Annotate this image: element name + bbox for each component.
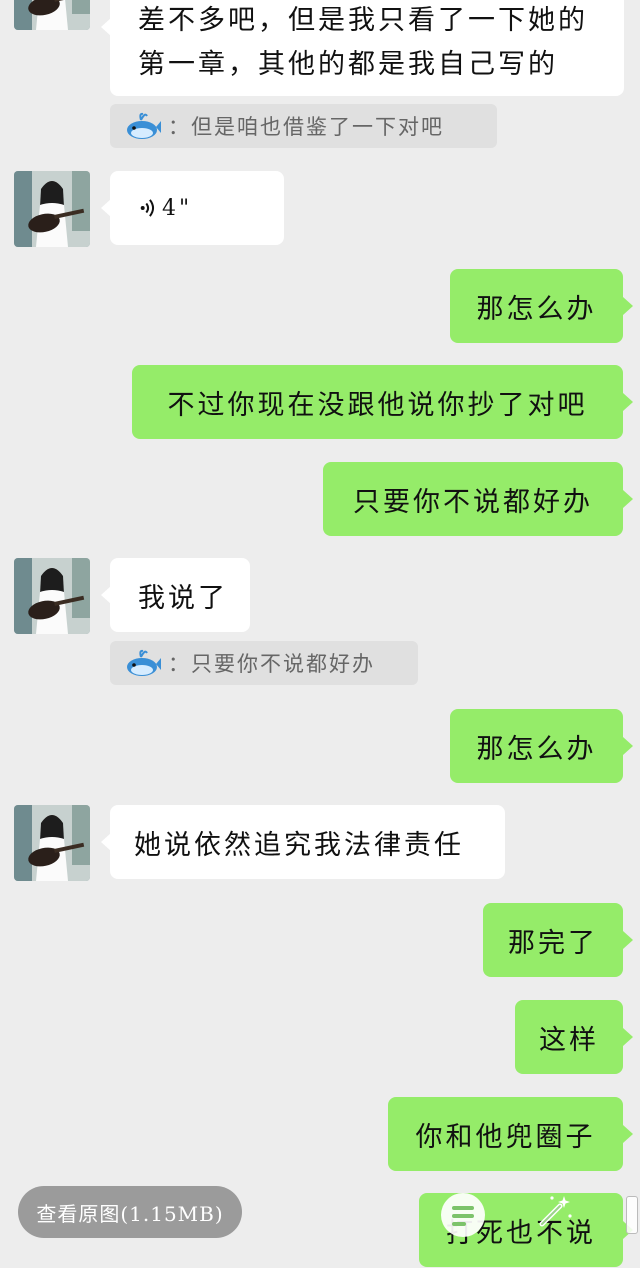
contact-avatar[interactable]: [14, 558, 90, 634]
voice-duration: 4": [162, 195, 193, 221]
message-text: 那完了: [508, 927, 598, 959]
contact-avatar[interactable]: [14, 171, 90, 247]
message-text: 这样: [539, 1024, 599, 1056]
girl-guitar-photo: [14, 0, 90, 30]
outgoing-message[interactable]: 你和他兜圈子: [388, 1097, 633, 1171]
edit-note-button[interactable]: [440, 1192, 486, 1238]
voice-wave-icon: [140, 199, 155, 217]
magic-wand-icon[interactable]: [530, 1190, 576, 1236]
outgoing-message[interactable]: 不过你现在没跟他说你抄了对吧: [132, 365, 633, 439]
message-text: 她说依然追究我法律责任: [134, 829, 464, 861]
quoted-text: ：但是咱也借鉴了一下对吧: [168, 115, 444, 139]
outgoing-message[interactable]: 这样: [515, 1000, 633, 1074]
whale-avatar-icon: [127, 112, 161, 139]
message-text: 不过你现在没跟他说你抄了对吧: [167, 389, 588, 421]
contact-avatar[interactable]: [14, 805, 90, 881]
message-text: 只要你不说都好办: [353, 486, 593, 518]
whale-avatar-icon: [127, 649, 161, 676]
message-text: 我说了: [138, 582, 228, 614]
quoted-reply[interactable]: ：只要你不说都好办: [110, 641, 418, 685]
girl-guitar-photo: [14, 805, 90, 881]
outgoing-message[interactable]: 那完了: [483, 903, 633, 977]
message-text: 你和他兜圈子: [415, 1121, 596, 1153]
voice-message[interactable]: 4": [101, 171, 284, 245]
incoming-message[interactable]: 差不多吧，但是我只看了一下她的 第一章，其他的都是我自己写的: [101, 0, 624, 96]
message-text: 那怎么办: [476, 733, 597, 765]
incoming-message[interactable]: 她说依然追究我法律责任: [101, 805, 505, 879]
message-text-line: 第一章，其他的都是我自己写的: [138, 49, 558, 80]
view-original-label: 查看原图(1.15MB): [36, 1201, 224, 1226]
outgoing-message[interactable]: 只要你不说都好办: [323, 462, 633, 536]
incoming-message[interactable]: 我说了: [101, 558, 250, 632]
contact-avatar[interactable]: [14, 0, 90, 30]
scroll-indicator[interactable]: [626, 1196, 638, 1234]
message-text: 那怎么办: [476, 293, 597, 325]
outgoing-message[interactable]: 那怎么办: [450, 709, 633, 783]
message-text-line: 差不多吧，但是我只看了一下她的: [138, 5, 588, 36]
outgoing-message[interactable]: 那怎么办: [450, 269, 633, 343]
girl-guitar-photo: [14, 558, 90, 634]
girl-guitar-photo: [14, 171, 90, 247]
quoted-reply[interactable]: ：但是咱也借鉴了一下对吧: [110, 104, 497, 148]
view-original-button[interactable]: 查看原图(1.15MB): [18, 1186, 242, 1238]
quoted-text: ：只要你不说都好办: [168, 652, 375, 676]
